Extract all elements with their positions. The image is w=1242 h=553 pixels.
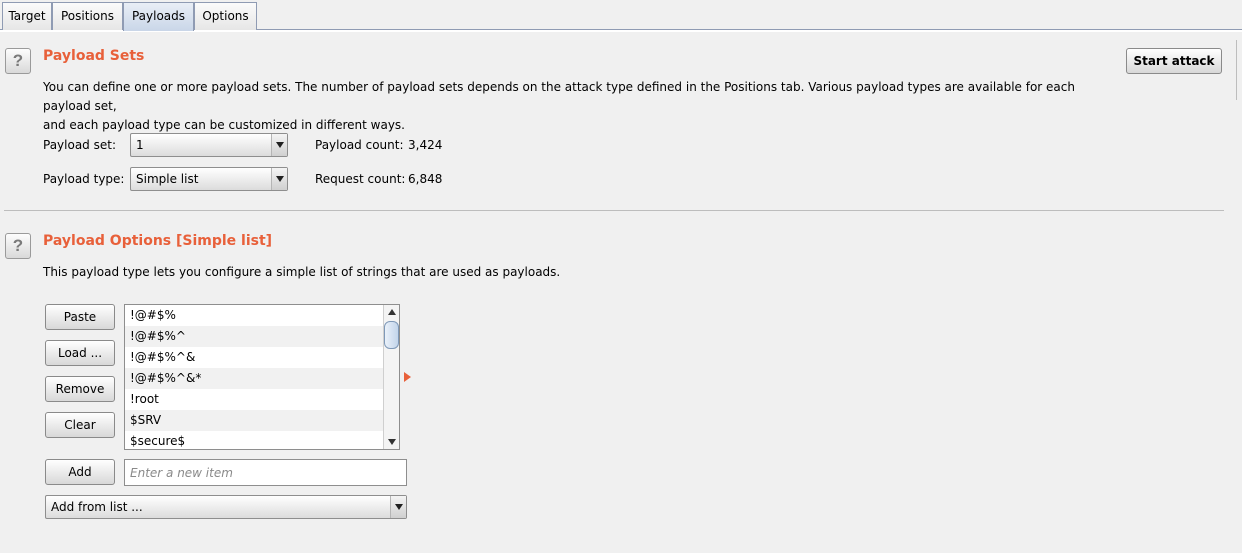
list-item[interactable]: !@#$%^&* [125, 368, 384, 389]
scroll-down-icon[interactable] [384, 435, 399, 449]
payload-options-description: This payload type lets you configure a s… [43, 265, 561, 279]
list-item[interactable]: $SRV [125, 410, 384, 431]
payload-set-label: Payload set: [43, 138, 116, 152]
right-edge [1236, 40, 1242, 100]
payload-type-value: Simple list [136, 172, 199, 186]
payload-sets-title: Payload Sets [43, 48, 145, 64]
start-attack-button[interactable]: Start attack [1126, 48, 1222, 74]
request-count-label: Request count: [315, 172, 406, 186]
scroll-thumb[interactable] [384, 321, 399, 349]
payload-options-title: Payload Options [Simple list] [43, 233, 273, 249]
help-icon[interactable]: ? [5, 233, 31, 259]
chevron-down-icon [390, 496, 406, 518]
tab-payloads[interactable]: Payloads [123, 2, 194, 31]
payload-set-value: 1 [136, 138, 144, 152]
paste-button[interactable]: Paste [45, 304, 115, 330]
payload-count-value: 3,424 [408, 138, 443, 152]
payload-list[interactable]: !@#$% !@#$%^ !@#$%^& !@#$%^&* !root $SRV… [124, 304, 400, 450]
list-item[interactable]: !@#$%^ [125, 326, 384, 347]
add-from-list-value: Add from list ... [51, 500, 143, 514]
tab-bar: Target Positions Payloads Options [0, 0, 1242, 31]
tab-target[interactable]: Target [2, 2, 52, 30]
chevron-down-icon [271, 134, 287, 156]
tab-positions[interactable]: Positions [52, 2, 123, 30]
chevron-down-icon [271, 168, 287, 190]
load-button[interactable]: Load ... [45, 340, 115, 366]
payload-set-select[interactable]: 1 [130, 133, 288, 157]
remove-button[interactable]: Remove [45, 376, 115, 402]
clear-button[interactable]: Clear [45, 412, 115, 438]
new-item-input[interactable] [124, 459, 407, 486]
payload-sets-description-line-1: You can define one or more payload sets.… [43, 80, 1075, 113]
payload-type-label: Payload type: [43, 172, 125, 186]
add-from-list-select[interactable]: Add from list ... [45, 495, 407, 519]
tab-options[interactable]: Options [194, 2, 257, 30]
expand-arrow-icon[interactable] [404, 372, 411, 382]
help-icon[interactable]: ? [5, 48, 31, 74]
list-scrollbar[interactable] [383, 305, 399, 449]
list-item[interactable]: !@#$%^& [125, 347, 384, 368]
list-item[interactable]: !root [125, 389, 384, 410]
list-item[interactable]: $secure$ [125, 431, 384, 449]
list-item[interactable]: !@#$% [125, 305, 384, 326]
request-count-value: 6,848 [408, 172, 443, 186]
payload-type-select[interactable]: Simple list [130, 167, 288, 191]
payload-list-items: !@#$% !@#$%^ !@#$%^& !@#$%^&* !root $SRV… [125, 305, 384, 449]
scroll-up-icon[interactable] [384, 305, 399, 319]
section-divider [4, 210, 1224, 211]
add-button[interactable]: Add [45, 459, 115, 485]
payload-count-label: Payload count: [315, 138, 404, 152]
payload-sets-description: You can define one or more payload sets.… [43, 78, 1123, 135]
